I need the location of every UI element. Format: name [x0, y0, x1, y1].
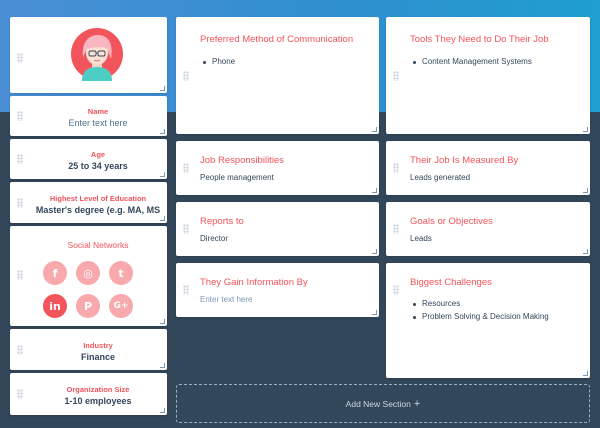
- reports-to-section[interactable]: Reports to Director: [176, 202, 379, 256]
- communication-section[interactable]: Preferred Method of Communication Phone: [176, 17, 379, 134]
- resize-handle-icon[interactable]: [160, 129, 165, 134]
- reports-to-title: Reports to: [200, 216, 244, 227]
- resize-handle-icon[interactable]: [160, 86, 165, 91]
- twitter-icon[interactable]: t: [109, 261, 133, 285]
- gain-information-section[interactable]: They Gain Information By Enter text here: [176, 263, 379, 317]
- biggest-challenges-section[interactable]: Biggest Challenges Resources Problem Sol…: [386, 263, 590, 378]
- social-networks-label: Social Networks: [67, 240, 129, 250]
- resize-handle-icon[interactable]: [160, 363, 165, 368]
- drag-handle-icon[interactable]: [183, 71, 189, 81]
- resize-handle-icon[interactable]: [160, 172, 165, 177]
- organization-size-value[interactable]: 1-10 employees: [22, 396, 174, 406]
- google-plus-icon[interactable]: G+: [109, 294, 133, 318]
- drag-handle-icon[interactable]: [393, 224, 399, 234]
- industry-value[interactable]: Finance: [22, 352, 174, 362]
- drag-handle-icon[interactable]: [183, 224, 189, 234]
- resize-handle-icon[interactable]: [160, 319, 165, 324]
- drag-handle-icon[interactable]: [17, 270, 23, 280]
- plus-icon: +: [413, 397, 421, 410]
- communication-title: Preferred Method of Communication: [200, 34, 354, 45]
- drag-handle-icon[interactable]: [393, 71, 399, 81]
- biggest-challenges-list[interactable]: Resources Problem Solving & Decision Mak…: [410, 297, 549, 323]
- instagram-icon[interactable]: ◎: [76, 261, 100, 285]
- name-input[interactable]: Enter text here: [22, 118, 174, 128]
- reports-to-value[interactable]: Director: [200, 234, 228, 243]
- drag-handle-icon[interactable]: [17, 53, 23, 63]
- tools-list[interactable]: Content Management Systems: [410, 55, 532, 68]
- add-new-section-label: Add New Section: [345, 398, 411, 409]
- tools-section[interactable]: Tools They Need to Do Their Job Content …: [386, 17, 590, 134]
- resize-handle-icon[interactable]: [160, 408, 165, 413]
- name-field-card[interactable]: Name Enter text here: [10, 96, 167, 136]
- communication-list[interactable]: Phone: [200, 55, 235, 68]
- gain-information-title: They Gain Information By: [200, 277, 308, 288]
- drag-handle-icon[interactable]: [183, 163, 189, 173]
- resize-handle-icon[interactable]: [372, 127, 377, 132]
- industry-field-card[interactable]: Industry Finance: [10, 329, 167, 370]
- goals-section[interactable]: Goals or Objectives Leads: [386, 202, 590, 256]
- age-field-card[interactable]: Age 25 to 34 years: [10, 139, 167, 179]
- job-responsibilities-section[interactable]: Job Responsibilities People management: [176, 141, 379, 195]
- list-item: Problem Solving & Decision Making: [410, 310, 549, 323]
- education-field-card[interactable]: Highest Level of Education Master's degr…: [10, 182, 167, 223]
- resize-handle-icon[interactable]: [583, 188, 588, 193]
- drag-handle-icon[interactable]: [393, 163, 399, 173]
- tools-title: Tools They Need to Do Their Job: [410, 34, 549, 45]
- education-label: Highest Level of Education: [49, 194, 147, 203]
- drag-handle-icon[interactable]: [183, 285, 189, 295]
- linkedin-icon[interactable]: in: [43, 294, 67, 318]
- resize-handle-icon[interactable]: [372, 249, 377, 254]
- resize-handle-icon[interactable]: [372, 310, 377, 315]
- biggest-challenges-title: Biggest Challenges: [410, 277, 492, 288]
- job-measured-value[interactable]: Leads generated: [410, 173, 470, 182]
- resize-handle-icon[interactable]: [160, 216, 165, 221]
- name-label: Name: [87, 107, 109, 116]
- job-responsibilities-title: Job Responsibilities: [200, 155, 284, 166]
- resize-handle-icon[interactable]: [583, 249, 588, 254]
- persona-avatar-icon[interactable]: [70, 27, 124, 81]
- education-value[interactable]: Master's degree (e.g. MA, MS: [22, 205, 174, 215]
- social-networks-card[interactable]: Social Networks f ◎ t in P G+: [10, 226, 167, 326]
- list-item: Content Management Systems: [410, 55, 532, 68]
- resize-handle-icon[interactable]: [583, 127, 588, 132]
- job-measured-section[interactable]: Their Job Is Measured By Leads generated: [386, 141, 590, 195]
- organization-size-field-card[interactable]: Organization Size 1-10 employees: [10, 373, 167, 415]
- job-responsibilities-value[interactable]: People management: [200, 173, 274, 182]
- add-new-section-button[interactable]: Add New Section +: [176, 384, 590, 423]
- job-measured-title: Their Job Is Measured By: [410, 155, 519, 166]
- avatar-card[interactable]: [10, 17, 167, 93]
- gain-information-input[interactable]: Enter text here: [200, 295, 252, 304]
- pinterest-icon[interactable]: P: [76, 294, 100, 318]
- industry-label: Industry: [83, 341, 113, 350]
- list-item: Phone: [200, 55, 235, 68]
- age-value[interactable]: 25 to 34 years: [22, 161, 174, 171]
- age-label: Age: [90, 150, 106, 159]
- drag-handle-icon[interactable]: [393, 285, 399, 295]
- facebook-icon[interactable]: f: [43, 261, 67, 285]
- goals-value[interactable]: Leads: [410, 234, 432, 243]
- resize-handle-icon[interactable]: [583, 371, 588, 376]
- resize-handle-icon[interactable]: [372, 188, 377, 193]
- list-item: Resources: [410, 297, 549, 310]
- goals-title: Goals or Objectives: [410, 216, 493, 227]
- organization-size-label: Organization Size: [66, 385, 130, 394]
